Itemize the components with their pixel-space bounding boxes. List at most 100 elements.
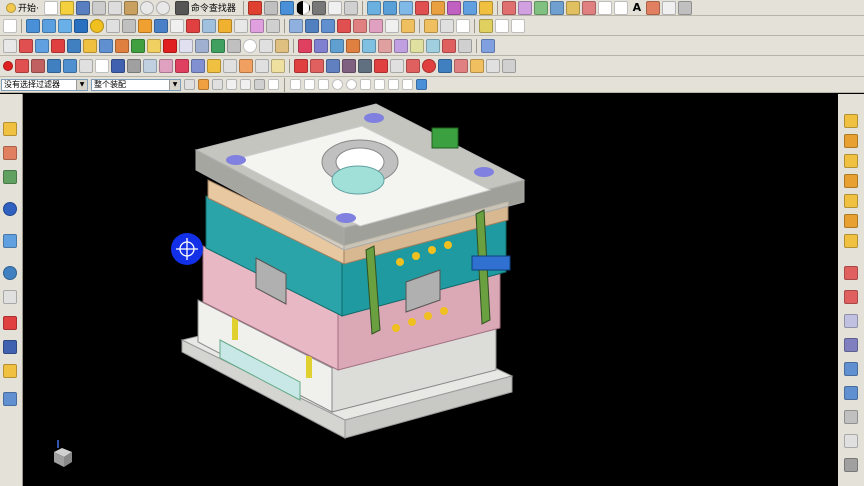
magnet-icon[interactable] xyxy=(374,59,388,73)
split-body-icon[interactable] xyxy=(234,18,248,33)
face-snap-icon[interactable] xyxy=(402,79,413,90)
target-icon[interactable] xyxy=(422,59,436,73)
constraint-navigator-icon[interactable] xyxy=(3,146,17,160)
graphics-viewport[interactable] xyxy=(23,94,838,486)
taper-icon[interactable] xyxy=(442,38,456,53)
arc-icon[interactable] xyxy=(613,0,628,15)
constraint-icon[interactable] xyxy=(35,38,49,53)
mirror-assembly-icon[interactable] xyxy=(67,38,81,53)
mesh-icon[interactable] xyxy=(337,18,351,33)
radius-icon[interactable] xyxy=(470,59,484,73)
spline-icon[interactable] xyxy=(645,0,660,15)
blend-icon[interactable] xyxy=(430,0,445,15)
analysis-icon[interactable] xyxy=(517,0,532,15)
process-studio-icon[interactable] xyxy=(3,316,17,330)
sequence-icon[interactable] xyxy=(99,38,113,53)
shell-icon[interactable] xyxy=(462,0,477,15)
chamfer-edge-icon[interactable] xyxy=(159,59,173,73)
reverse-icon[interactable] xyxy=(486,59,500,73)
ruler-icon[interactable] xyxy=(271,59,285,73)
hole-icon[interactable] xyxy=(414,0,429,15)
ejector-pin-icon[interactable] xyxy=(844,290,858,304)
layer-icon[interactable] xyxy=(343,0,358,15)
red-dot-icon[interactable] xyxy=(3,61,13,71)
datum-axis-icon[interactable] xyxy=(581,0,596,15)
history-icon[interactable] xyxy=(3,234,17,248)
pin-icon[interactable] xyxy=(298,38,312,53)
arc-snap-icon[interactable] xyxy=(388,79,399,90)
bom-icon[interactable] xyxy=(844,434,858,448)
manufacturing-wizard-icon[interactable] xyxy=(3,340,17,354)
cube-icon[interactable] xyxy=(279,0,294,15)
pattern-icon[interactable] xyxy=(549,0,564,15)
slider-icon[interactable] xyxy=(844,314,858,328)
revolve-icon[interactable] xyxy=(398,0,413,15)
patch-icon[interactable] xyxy=(250,18,264,33)
shade-icon[interactable] xyxy=(295,0,310,15)
star-icon[interactable] xyxy=(239,59,253,73)
polygon-icon[interactable] xyxy=(661,0,676,15)
box-icon[interactable] xyxy=(74,18,88,33)
sew-icon[interactable] xyxy=(369,18,383,33)
new-part-icon[interactable] xyxy=(3,18,17,33)
cooling-icon[interactable] xyxy=(844,386,858,400)
rotate-view-icon[interactable] xyxy=(212,79,223,90)
lip-icon[interactable] xyxy=(410,38,424,53)
clock-history-icon[interactable] xyxy=(3,266,17,280)
rib-icon[interactable] xyxy=(394,38,408,53)
check-icon[interactable] xyxy=(147,38,161,53)
snap-icon[interactable] xyxy=(263,0,278,15)
sketch-icon[interactable] xyxy=(366,0,381,15)
sphere-icon[interactable] xyxy=(90,18,104,33)
render-style-icon[interactable] xyxy=(311,0,326,15)
point-icon[interactable] xyxy=(326,59,340,73)
body-snap-icon[interactable] xyxy=(416,79,427,90)
spline-edit-icon[interactable] xyxy=(342,59,356,73)
wave-link-icon[interactable] xyxy=(115,38,129,53)
mold-cube-icon[interactable] xyxy=(844,234,858,248)
fillet-icon[interactable] xyxy=(122,18,136,33)
emboss-icon[interactable] xyxy=(378,38,392,53)
intersection-snap-icon[interactable] xyxy=(360,79,371,90)
move-component-icon[interactable] xyxy=(51,38,65,53)
mirror-icon[interactable] xyxy=(533,0,548,15)
mold-cube-icon[interactable] xyxy=(844,154,858,168)
redo-icon[interactable] xyxy=(155,0,170,15)
surface-icon[interactable] xyxy=(289,18,303,33)
resize-face-icon[interactable] xyxy=(63,59,77,73)
knot-icon[interactable] xyxy=(358,59,372,73)
select-filter-icon[interactable] xyxy=(247,0,262,15)
round-edge-icon[interactable] xyxy=(175,59,189,73)
replace-face-icon[interactable] xyxy=(202,18,216,33)
start-menu-button[interactable]: 开始· xyxy=(3,0,42,15)
system-materials-icon[interactable] xyxy=(3,290,17,304)
mold-wizard-icon[interactable] xyxy=(424,18,438,33)
lifter-icon[interactable] xyxy=(844,338,858,352)
selection-box-icon[interactable] xyxy=(268,79,279,90)
thicken-icon[interactable] xyxy=(218,18,232,33)
clearance-icon[interactable] xyxy=(131,38,145,53)
arc-tool-icon[interactable] xyxy=(495,18,509,33)
sweep-icon[interactable] xyxy=(138,18,152,33)
curve-tool-icon[interactable] xyxy=(511,18,525,33)
block-icon[interactable] xyxy=(26,18,40,33)
snap-point-icon[interactable] xyxy=(390,59,404,73)
trim-sheet-icon[interactable] xyxy=(385,18,399,33)
zoom-icon[interactable] xyxy=(240,79,251,90)
measure-body-icon[interactable] xyxy=(179,38,193,53)
trim-body-icon[interactable] xyxy=(478,0,493,15)
assembly-scope-select[interactable]: 整个装配 ▼ xyxy=(91,78,181,91)
boss-icon[interactable] xyxy=(346,38,360,53)
datum-plane-icon[interactable] xyxy=(565,0,580,15)
cut-icon[interactable] xyxy=(91,0,106,15)
selection-filter-select[interactable]: 没有选择过滤器 ▼ xyxy=(1,78,88,91)
ejector-pin-icon[interactable] xyxy=(844,266,858,280)
roles-icon[interactable] xyxy=(3,364,17,378)
text-tool-icon[interactable]: A xyxy=(630,1,644,15)
new-file-icon[interactable] xyxy=(43,0,58,15)
part-navigator-icon[interactable] xyxy=(3,170,17,184)
mold-cube-icon[interactable] xyxy=(844,114,858,128)
section-icon[interactable] xyxy=(227,38,241,53)
unite-icon[interactable] xyxy=(266,18,280,33)
divide-face-icon[interactable] xyxy=(255,59,269,73)
